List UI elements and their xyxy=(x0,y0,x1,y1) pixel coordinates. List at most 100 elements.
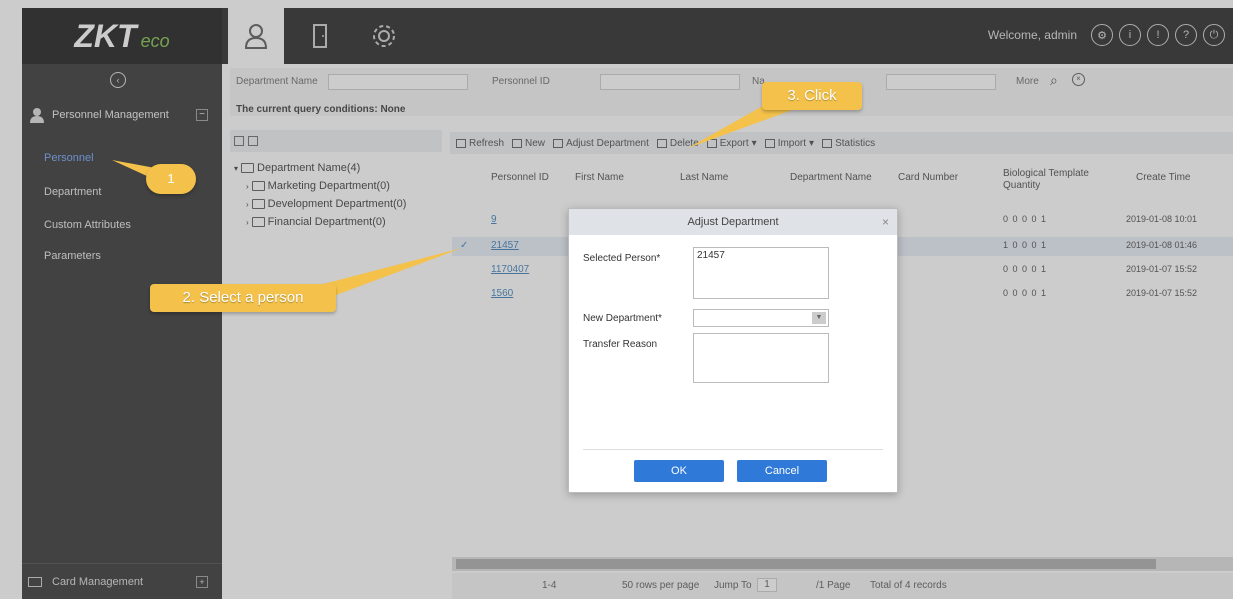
folder-icon xyxy=(241,163,255,173)
selected-person-field[interactable]: 21457 xyxy=(693,247,829,299)
col-personnel-id[interactable]: Personnel ID xyxy=(491,172,549,183)
info-icon[interactable]: i xyxy=(1119,24,1141,46)
col-create-time[interactable]: Create Time xyxy=(1136,172,1190,183)
personnel-id-label: Personnel ID xyxy=(492,76,550,87)
settings-icon[interactable]: ⚙ xyxy=(1091,24,1113,46)
new-label: New xyxy=(525,137,546,149)
table-row-ctime: 2019-01-07 15:52 xyxy=(1126,288,1198,298)
refresh-button[interactable]: Refresh xyxy=(456,138,504,149)
scrollbar-thumb[interactable] xyxy=(456,559,1156,569)
tree-node-marketing[interactable]: › Marketing Department(0) xyxy=(246,180,390,192)
col-card-number[interactable]: Card Number xyxy=(898,172,958,183)
expand-icon[interactable] xyxy=(234,136,244,146)
tab-personnel[interactable] xyxy=(228,8,284,64)
sidebar-bottom-label: Card Management xyxy=(52,575,144,588)
about-icon[interactable]: ! xyxy=(1147,24,1169,46)
transfer-reason-label: Transfer Reason xyxy=(583,339,658,350)
page-input[interactable]: 1 xyxy=(757,578,777,592)
row-checkbox-checked[interactable]: ✓ xyxy=(460,240,468,251)
user-icon xyxy=(30,108,44,123)
new-icon xyxy=(512,138,523,148)
sidebar-section-personnel[interactable]: Personnel Management − xyxy=(22,100,222,130)
dept-name-input[interactable] xyxy=(328,74,468,90)
callout-step-3: 3. Click xyxy=(762,82,862,110)
help-icon[interactable]: ? xyxy=(1175,24,1197,46)
collapse-all-icon[interactable] xyxy=(248,136,258,146)
new-department-label: New Department* xyxy=(583,313,662,324)
folder-icon xyxy=(251,199,265,209)
export-button[interactable]: Export ▾ xyxy=(706,138,757,149)
tree-node-label: Marketing Department(0) xyxy=(267,180,390,192)
folder-icon xyxy=(251,217,265,227)
welcome-text: Welcome, admin xyxy=(987,28,1077,42)
power-icon[interactable]: ⏻ xyxy=(1203,24,1225,46)
import-label: Import xyxy=(777,137,807,149)
more-dropdown[interactable]: More xyxy=(1016,76,1039,87)
folder-icon xyxy=(251,181,265,191)
sidebar-item-department[interactable]: Department xyxy=(44,186,101,198)
dialog-title: Adjust Department xyxy=(569,209,897,235)
search-icon[interactable]: ⌕ xyxy=(1050,72,1058,89)
tab-system[interactable] xyxy=(356,8,412,64)
import-button[interactable]: Import ▾ xyxy=(764,137,814,149)
transfer-reason-input[interactable] xyxy=(693,333,829,383)
sidebar-item-custom-attributes[interactable]: Custom Attributes xyxy=(44,219,131,231)
import-icon xyxy=(764,138,775,148)
sidebar-section-label: Personnel Management xyxy=(52,109,169,121)
refresh-label: Refresh xyxy=(469,137,505,149)
monitor-icon xyxy=(553,138,564,148)
table-row-bio: 0 0 0 0 1 xyxy=(1003,288,1048,298)
collapse-icon[interactable]: ‹ xyxy=(110,72,126,88)
rows-per-page-select[interactable]: 50 rows per page xyxy=(622,580,699,591)
tree-node-label: Financial Department(0) xyxy=(267,216,386,228)
adjust-department-button[interactable]: Adjust Department xyxy=(553,138,649,149)
horizontal-scrollbar[interactable] xyxy=(452,557,1233,571)
statistics-button[interactable]: Statistics xyxy=(822,138,875,149)
delete-icon xyxy=(656,138,667,148)
ok-button[interactable]: OK xyxy=(634,460,724,482)
department-tree: ▾ Department Name(4) › Marketing Departmen… xyxy=(230,130,442,550)
statistics-icon xyxy=(822,138,833,148)
refresh-icon xyxy=(456,138,466,148)
table-row-id[interactable]: 9 xyxy=(491,214,497,225)
table-row-ctime: 2019-01-07 15:52 xyxy=(1126,264,1198,274)
close-icon[interactable]: × xyxy=(882,209,889,235)
sidebar-card-management[interactable]: Card Management + xyxy=(22,563,222,599)
col-last-name[interactable]: Last Name xyxy=(680,172,728,183)
tree-node-development[interactable]: › Development Department(0) xyxy=(246,198,406,210)
minus-icon[interactable]: − xyxy=(196,109,208,121)
logo-suffix: eco xyxy=(140,30,170,51)
sidebar-item-personnel[interactable]: Personnel xyxy=(44,152,94,164)
plus-icon[interactable]: + xyxy=(196,575,208,588)
person-icon xyxy=(244,24,268,49)
delete-label: Delete xyxy=(669,137,699,149)
query-conditions: The current query conditions: None xyxy=(236,104,406,115)
personnel-id-input[interactable] xyxy=(600,74,740,90)
col-department-name[interactable]: Department Name xyxy=(790,172,872,183)
action-toolbar: Refresh New Adjust Department Delete Exp… xyxy=(450,132,1233,154)
tree-toolbar xyxy=(230,130,442,152)
col-first-name[interactable]: First Name xyxy=(575,172,624,183)
new-department-select[interactable]: ▼ xyxy=(693,309,829,327)
table-row-id[interactable]: 1560 xyxy=(491,288,513,299)
pagination: 1-4 50 rows per page Jump To 1 /1 Page T… xyxy=(452,573,1233,599)
col-bio-template[interactable]: Biological Template Quantity xyxy=(1003,168,1093,192)
top-bar: ZKT eco Welcome, admin ⚙ i ! ? ⏻ xyxy=(22,8,1233,64)
new-button[interactable]: New xyxy=(512,138,545,149)
table-row-ctime: 2019-01-08 10:01 xyxy=(1126,214,1198,224)
tab-access[interactable] xyxy=(292,8,348,64)
tree-root-label: Department Name(4) xyxy=(257,162,361,174)
table-row-id[interactable]: 1170407 xyxy=(491,264,529,275)
tree-node-financial[interactable]: › Financial Department(0) xyxy=(246,216,386,228)
clear-icon[interactable]: × xyxy=(1072,73,1085,86)
cancel-button[interactable]: Cancel xyxy=(737,460,827,482)
name-input[interactable] xyxy=(886,74,996,90)
tree-root[interactable]: ▾ Department Name(4) xyxy=(234,162,360,174)
selected-person-label: Selected Person* xyxy=(583,253,661,264)
logo-text: ZKT xyxy=(74,17,137,54)
delete-button[interactable]: Delete xyxy=(656,137,699,149)
adjust-department-dialog: Adjust Department × Selected Person* 214… xyxy=(568,208,898,493)
sidebar-item-parameters[interactable]: Parameters xyxy=(44,250,101,262)
table-row-id[interactable]: 21457 xyxy=(491,240,519,251)
jump-to-label: Jump To xyxy=(714,580,752,591)
